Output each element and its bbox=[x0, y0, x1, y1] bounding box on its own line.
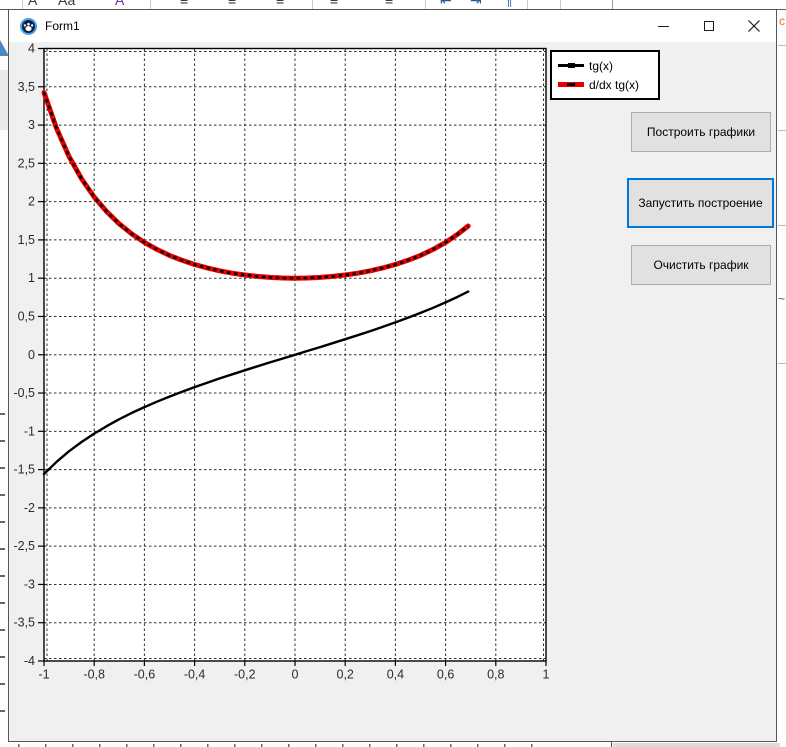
toolbar-letter-icon: А bbox=[28, 0, 37, 8]
toolbar-list-icon: ≡ bbox=[330, 0, 338, 8]
background-left-gray-block bbox=[0, 70, 8, 130]
close-button[interactable] bbox=[731, 10, 776, 42]
window-title: Form1 bbox=[45, 19, 80, 33]
toolbar-list-icon: ≡ bbox=[180, 0, 188, 8]
toolbar-outdent-icon: ⇤ bbox=[440, 0, 452, 9]
close-icon bbox=[748, 20, 760, 32]
build-graphs-button[interactable]: Построить графики bbox=[631, 112, 771, 152]
background-orange-mark: c bbox=[779, 14, 785, 28]
background-table-edge bbox=[611, 742, 612, 747]
toolbar-pilcrow-icon: ¶ bbox=[505, 0, 513, 8]
left-ruler-ticks bbox=[0, 388, 5, 733]
maximize-icon bbox=[704, 21, 714, 31]
toolbar-separator bbox=[312, 0, 313, 9]
background-purple-mark: ~ bbox=[778, 292, 785, 306]
background-line bbox=[778, 363, 786, 364]
background-line bbox=[778, 130, 786, 131]
maximize-button[interactable] bbox=[686, 10, 731, 42]
legend-item-tg: tg(x) bbox=[558, 56, 653, 75]
toolbar-separator bbox=[425, 0, 426, 9]
background-line bbox=[778, 225, 786, 226]
minimize-icon bbox=[658, 26, 669, 27]
legend-label: tg(x) bbox=[589, 59, 613, 73]
legend-line-sample-black bbox=[558, 64, 584, 67]
legend-item-derivative: d/dx tg(x) bbox=[558, 75, 653, 94]
toolbar-separator bbox=[22, 0, 23, 9]
chart-legend: tg(x) d/dx tg(x) bbox=[550, 50, 660, 100]
legend-marker bbox=[568, 63, 575, 68]
title-bar[interactable]: Form1 bbox=[9, 10, 776, 42]
legend-label: d/dx tg(x) bbox=[589, 78, 639, 92]
legend-line-sample-red bbox=[558, 82, 584, 87]
window-controls bbox=[641, 10, 776, 42]
background-window-edge bbox=[612, 0, 613, 9]
paw-icon bbox=[20, 18, 37, 35]
toolbar-list-icon: ≡ bbox=[276, 0, 284, 8]
legend-marker bbox=[567, 83, 575, 86]
toolbar-case-icon: Аа bbox=[58, 0, 75, 8]
clear-graph-button[interactable]: Очистить график bbox=[631, 245, 771, 285]
toolbar-separator bbox=[560, 0, 561, 9]
background-gray-block bbox=[613, 743, 780, 747]
background-toolbar-strip: А Аа А ≡ ≡ ≡ ≡ ≡ ⇤ ⇥ ¶ bbox=[0, 0, 786, 9]
toolbar-list-icon: ≡ bbox=[385, 0, 393, 8]
toolbar-list-icon: ≡ bbox=[228, 0, 236, 8]
toolbar-indent-icon: ⇥ bbox=[470, 0, 482, 9]
toolbar-highlight-icon: А bbox=[115, 0, 124, 8]
start-plotting-button[interactable]: Запустить построение bbox=[627, 178, 774, 228]
toolbar-separator bbox=[527, 0, 528, 9]
minimize-button[interactable] bbox=[641, 10, 686, 42]
toolbar-separator bbox=[150, 0, 151, 9]
background-right-strip: c ~ bbox=[778, 10, 786, 742]
background-line bbox=[778, 45, 786, 46]
